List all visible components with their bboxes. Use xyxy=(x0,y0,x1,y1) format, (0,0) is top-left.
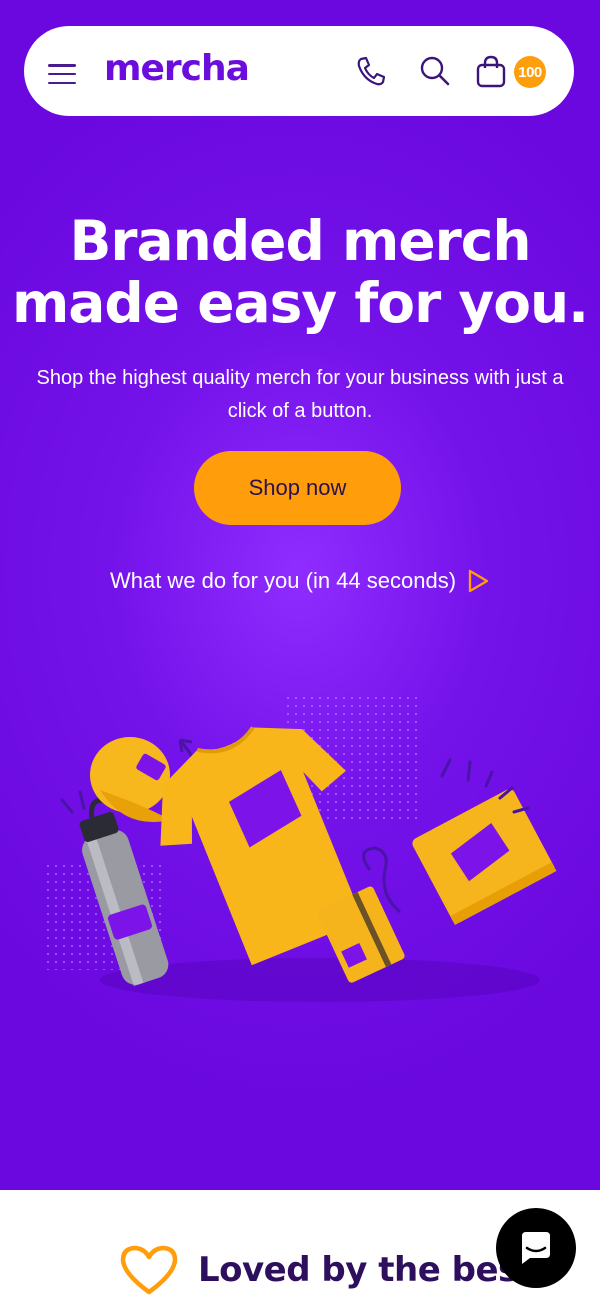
play-icon[interactable] xyxy=(466,568,490,594)
shopping-bag-icon[interactable] xyxy=(474,54,508,88)
hero-subtext: Shop the highest quality merch for your … xyxy=(36,367,564,422)
video-link-label[interactable]: What we do for you (in 44 seconds) xyxy=(110,568,456,594)
heart-icon xyxy=(120,1245,178,1295)
cart-count-badge[interactable]: 100 xyxy=(514,56,546,88)
hero-headline-line2: made easy for you. xyxy=(11,271,589,335)
menu-icon[interactable] xyxy=(48,62,76,86)
section-title: Loved by the best xyxy=(198,1250,534,1290)
phone-icon[interactable] xyxy=(354,54,388,88)
shop-now-button[interactable]: Shop now xyxy=(194,451,401,525)
chat-button[interactable] xyxy=(496,1208,576,1288)
video-link[interactable]: What we do for you (in 44 seconds) xyxy=(0,568,600,594)
hero-headline: Branded merch made easy for you. xyxy=(0,210,600,334)
logo[interactable]: mercha xyxy=(104,48,250,89)
hero-headline-line1: Branded merch xyxy=(69,209,532,273)
hero-section xyxy=(0,0,600,1190)
loved-by-heading: Loved by the best xyxy=(118,1244,534,1296)
search-icon[interactable] xyxy=(418,54,452,88)
merch-illustration xyxy=(42,692,557,1002)
chat-icon xyxy=(522,1232,550,1264)
